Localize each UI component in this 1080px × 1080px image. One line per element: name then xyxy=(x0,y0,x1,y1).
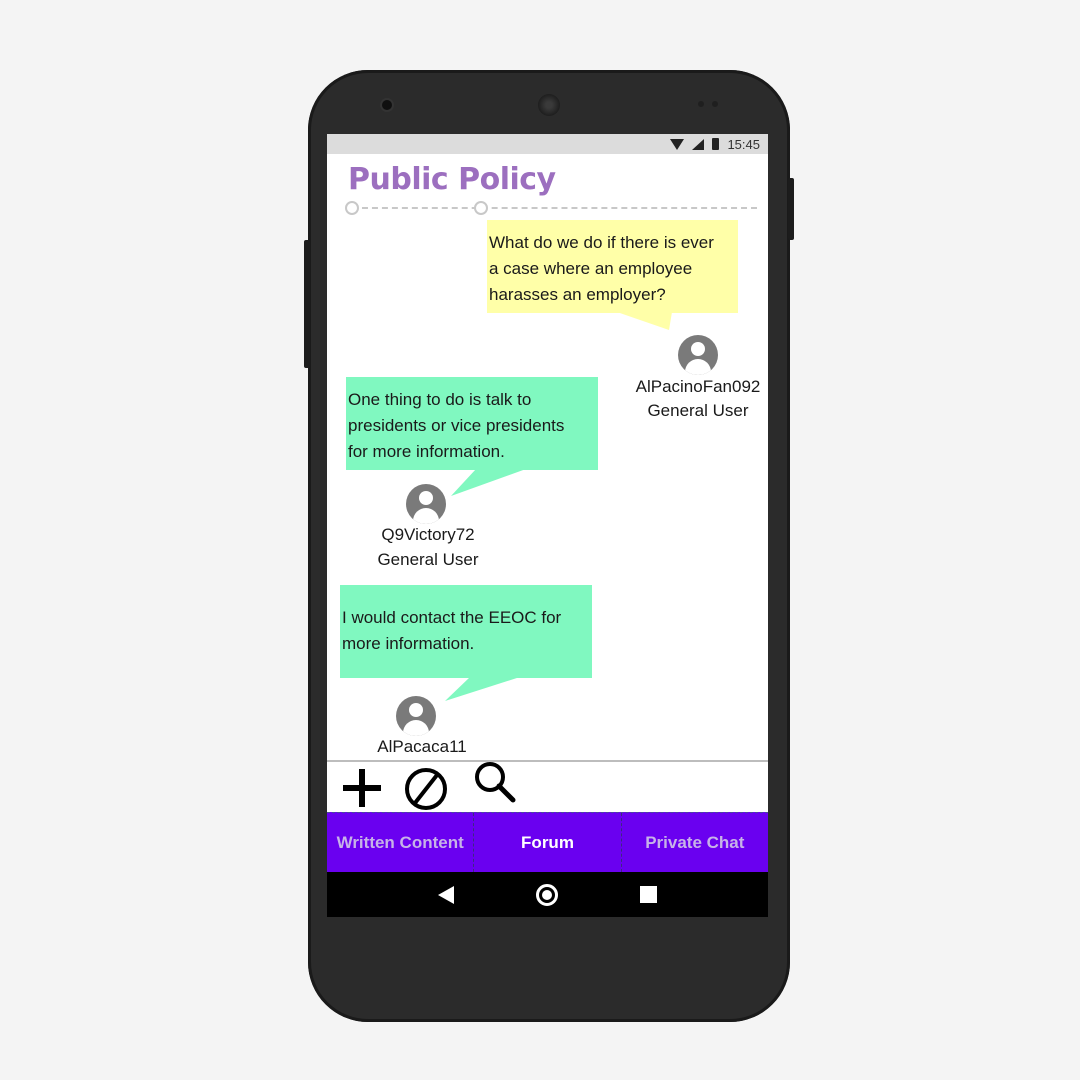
message-line: for more information. xyxy=(348,442,505,461)
magnifier-icon xyxy=(475,762,516,803)
message-line: I would contact the EEOC for xyxy=(342,608,562,627)
bottom-tab-bar: Written Content Forum Private Chat xyxy=(327,812,768,872)
prohibited-icon xyxy=(405,768,447,810)
system-nav-bar xyxy=(327,872,768,917)
bubble-tail xyxy=(451,469,526,496)
front-camera xyxy=(382,100,392,110)
message-line: One thing to do is talk to xyxy=(348,390,532,409)
light-sensor xyxy=(712,101,718,107)
message-line: harasses an employer? xyxy=(489,285,666,304)
wifi-icon xyxy=(670,138,685,150)
earpiece-speaker xyxy=(538,94,560,116)
bubble-tail xyxy=(445,677,520,701)
post-username[interactable]: Q9Victory72 xyxy=(348,525,508,545)
post-user-role: General User xyxy=(647,401,749,420)
home-icon[interactable] xyxy=(536,883,558,906)
divider-node xyxy=(345,201,359,215)
divider-node xyxy=(474,201,488,215)
tab-private-chat[interactable]: Private Chat xyxy=(622,813,768,872)
toolbar-divider xyxy=(327,760,768,762)
block-button[interactable] xyxy=(403,766,449,812)
avatar-icon[interactable] xyxy=(396,696,436,736)
message-line: What do we do if there is ever xyxy=(489,233,714,252)
avatar-icon[interactable] xyxy=(406,484,446,524)
battery-icon xyxy=(712,138,720,150)
tab-written-content[interactable]: Written Content xyxy=(327,813,475,872)
status-bar: 15:45 xyxy=(327,134,768,154)
title-divider xyxy=(352,207,757,209)
screen: 15:45 Public Policy What do we do if the… xyxy=(327,134,768,917)
search-button[interactable] xyxy=(471,758,519,806)
proximity-sensor xyxy=(698,101,704,107)
post-username[interactable]: AlPacaca11 xyxy=(342,737,502,757)
tab-forum[interactable]: Forum xyxy=(474,813,622,872)
avatar-icon[interactable] xyxy=(678,335,718,375)
plus-icon xyxy=(343,769,381,807)
status-time: 15:45 xyxy=(727,136,760,152)
message-line: a case where an employee xyxy=(489,259,693,278)
power-button xyxy=(788,178,794,240)
volume-button xyxy=(304,240,310,368)
message-line: more information. xyxy=(342,634,475,653)
message-line: presidents or vice presidents xyxy=(348,416,565,435)
post-username[interactable]: AlPacinoFan092 xyxy=(618,377,768,397)
message-bubble[interactable]: What do we do if there is ever a case wh… xyxy=(487,220,738,313)
page-title: Public Policy xyxy=(348,162,556,197)
bubble-tail xyxy=(617,312,672,330)
post-user-role: General User xyxy=(377,550,479,569)
message-bubble[interactable]: I would contact the EEOC for more inform… xyxy=(340,585,592,678)
add-post-button[interactable] xyxy=(340,766,384,810)
recent-apps-icon[interactable] xyxy=(640,886,657,903)
back-icon[interactable] xyxy=(438,885,454,904)
message-bubble[interactable]: One thing to do is talk to presidents or… xyxy=(346,377,598,470)
cell-signal-icon xyxy=(692,138,705,150)
phone-frame: 15:45 Public Policy What do we do if the… xyxy=(304,70,794,1022)
